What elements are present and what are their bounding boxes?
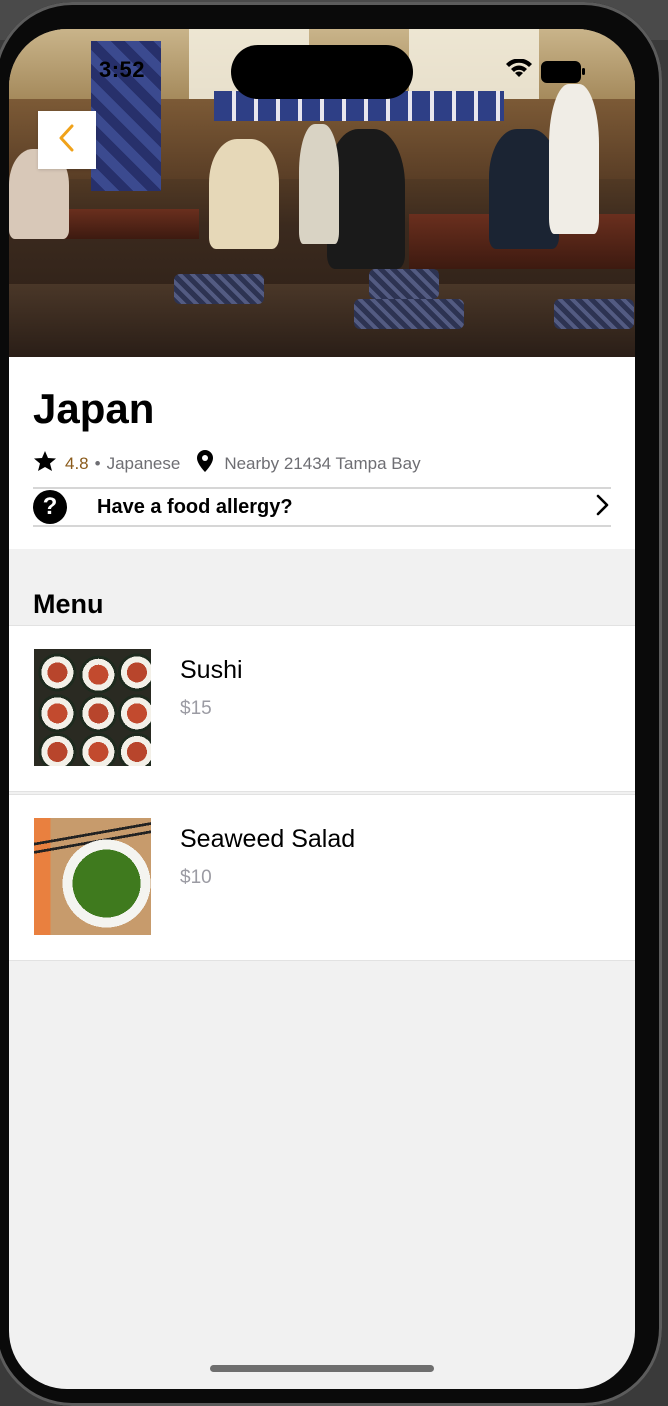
- chevron-right-icon: [593, 493, 611, 522]
- chevron-left-icon: [56, 123, 78, 158]
- restaurant-meta: 4.8 • Japanese Nearby 21434 Tampa Bay: [33, 449, 421, 478]
- question-icon: ?: [33, 490, 67, 524]
- restaurant-name: Japan: [33, 385, 155, 432]
- menu-item-price: $15: [180, 698, 212, 719]
- menu-item-seaweed-salad[interactable]: Seaweed Salad $10: [9, 794, 635, 961]
- meta-separator: •: [94, 453, 101, 473]
- back-button[interactable]: [38, 111, 96, 169]
- star-icon: [33, 450, 57, 477]
- cuisine-label: Japanese: [106, 453, 181, 473]
- location-label: Nearby 21434 Tampa Bay: [224, 453, 421, 473]
- status-icons: [505, 58, 585, 84]
- phone-frame: 3:52 Japan 4.8 • Japanese Nearby 21434 T…: [0, 2, 662, 1406]
- status-time: 3:52: [99, 57, 146, 82]
- restaurant-info-card: Japan 4.8 • Japanese Nearby 21434 Tampa …: [9, 357, 635, 549]
- food-allergy-label: Have a food allergy?: [97, 495, 293, 518]
- menu-item-price: $10: [180, 867, 212, 888]
- wifi-icon: [505, 58, 533, 84]
- dynamic-island: [231, 45, 413, 99]
- menu-heading: Menu: [33, 589, 104, 619]
- menu-item-sushi[interactable]: Sushi $15: [9, 625, 635, 792]
- location-pin-icon: [196, 449, 214, 478]
- menu-item-name: Sushi: [180, 656, 243, 684]
- home-indicator[interactable]: [210, 1365, 434, 1372]
- battery-icon: [541, 60, 585, 83]
- sushi-photo: [34, 649, 151, 766]
- menu-item-name: Seaweed Salad: [180, 825, 356, 853]
- seaweed-salad-photo: [34, 818, 151, 935]
- app-screen: 3:52 Japan 4.8 • Japanese Nearby 21434 T…: [9, 29, 635, 1389]
- rating-value: 4.8: [65, 453, 89, 473]
- food-allergy-row[interactable]: ? Have a food allergy?: [33, 487, 611, 527]
- menu-list: Sushi $15 Seaweed Salad $10: [9, 625, 635, 963]
